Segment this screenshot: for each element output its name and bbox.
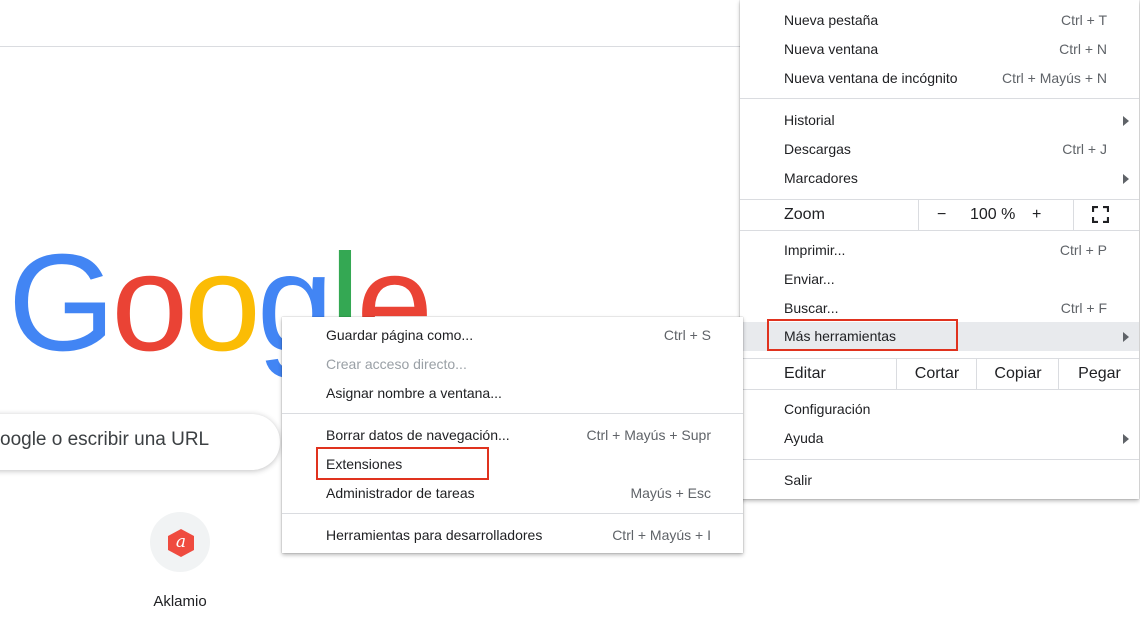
zoom-level: 100 %	[970, 206, 1016, 223]
paste-button[interactable]: Pegar	[1058, 359, 1140, 389]
menu-item-shortcut: Ctrl + Mayús + Supr	[586, 427, 712, 443]
menu-item-shortcut: Ctrl + N	[1059, 41, 1107, 57]
menu-item-downloads[interactable]: Descargas Ctrl + J	[740, 135, 1139, 164]
fullscreen-icon[interactable]	[1092, 206, 1109, 223]
menu-item-print[interactable]: Imprimir... Ctrl + P	[740, 236, 1139, 265]
menu-item-bookmarks[interactable]: Marcadores	[740, 164, 1139, 193]
menu-item-history[interactable]: Historial	[740, 106, 1139, 135]
menu-item-label: Imprimir...	[784, 242, 846, 258]
menu-separator	[282, 513, 743, 514]
submenu-item-clear-browsing-data[interactable]: Borrar datos de navegación... Ctrl + May…	[282, 421, 743, 450]
aklamio-icon: a	[168, 529, 194, 557]
menu-item-label: Nueva ventana	[784, 41, 879, 57]
menu-item-shortcut: Ctrl + Mayús + I	[612, 527, 711, 543]
logo-letter: o	[184, 226, 261, 380]
zoom-out-button[interactable]: −	[937, 200, 946, 230]
menu-item-more-tools[interactable]: Más herramientas	[740, 322, 1139, 351]
submenu-item-task-manager[interactable]: Administrador de tareas Mayús + Esc	[282, 479, 743, 508]
menu-item-label: Más herramientas	[784, 328, 897, 344]
submenu-item-developer-tools[interactable]: Herramientas para desarrolladores Ctrl +…	[282, 521, 743, 550]
menu-item-label: Extensiones	[326, 456, 403, 472]
menu-zoom-row: Zoom − 100 % +	[0, 200, 1140, 230]
menu-separator	[740, 389, 1139, 390]
menu-item-shortcut: Mayús + Esc	[630, 485, 711, 501]
logo-letter: G	[8, 226, 115, 380]
menu-item-label: Herramientas para desarrolladores	[326, 527, 543, 543]
menu-item-label: Marcadores	[784, 170, 858, 186]
menu-item-new-tab[interactable]: Nueva pestaña Ctrl + T	[740, 6, 1139, 35]
menu-item-incognito-window[interactable]: Nueva ventana de incógnito Ctrl + Mayús …	[740, 64, 1139, 93]
submenu-arrow-icon	[1123, 332, 1129, 342]
menu-item-label: Buscar...	[784, 300, 839, 316]
menu-item-find[interactable]: Buscar... Ctrl + F	[740, 294, 1139, 323]
menu-item-send[interactable]: Enviar...	[740, 265, 1139, 294]
menu-item-shortcut: Ctrl + S	[663, 327, 711, 343]
menu-item-label: Crear acceso directo...	[326, 356, 467, 372]
menu-item-label: Guardar página como...	[326, 327, 474, 343]
zoom-label: Zoom	[784, 206, 825, 223]
menu-item-shortcut: Ctrl + P	[1059, 242, 1107, 258]
submenu-item-save-page[interactable]: Guardar página como... Ctrl + S	[282, 321, 743, 350]
menu-item-shortcut: Ctrl + T	[1060, 12, 1107, 28]
page-top-bar	[0, 0, 740, 47]
menu-item-shortcut: Ctrl + J	[1062, 141, 1107, 157]
menu-separator	[740, 98, 1139, 99]
menu-separator	[282, 413, 743, 414]
menu-item-label: Administrador de tareas	[326, 485, 475, 501]
menu-item-shortcut: Ctrl + Mayús + N	[1001, 70, 1107, 86]
menu-item-new-window[interactable]: Nueva ventana Ctrl + N	[740, 35, 1139, 64]
menu-item-label: Salir	[784, 472, 813, 488]
search-input[interactable]: oogle o escribir una URL	[0, 429, 209, 451]
menu-item-label: Borrar datos de navegación...	[326, 427, 510, 443]
submenu-arrow-icon	[1123, 174, 1129, 184]
shortcut-tile-aklamio[interactable]: a Aklamio	[140, 510, 220, 610]
more-tools-submenu: Guardar página como... Ctrl + S Crear ac…	[282, 317, 743, 553]
logo-letter: o	[111, 226, 188, 380]
menu-item-shortcut: Ctrl + F	[1060, 300, 1107, 316]
menu-item-label: Nueva ventana de incógnito	[784, 70, 958, 86]
menu-item-label: Descargas	[784, 141, 851, 157]
menu-item-label: Ayuda	[784, 430, 824, 446]
copy-button[interactable]: Copiar	[976, 359, 1059, 389]
menu-item-settings[interactable]: Configuración	[740, 395, 1139, 424]
zoom-in-button[interactable]: +	[1032, 200, 1041, 230]
menu-item-label: Historial	[784, 112, 835, 128]
submenu-item-create-shortcut: Crear acceso directo...	[282, 350, 743, 379]
chrome-main-menu: Nueva pestaña Ctrl + T Nueva ventana Ctr…	[740, 0, 1139, 499]
menu-item-label: Enviar...	[784, 271, 835, 287]
submenu-arrow-icon	[1123, 116, 1129, 126]
menu-separator	[740, 230, 1139, 231]
submenu-item-name-window[interactable]: Asignar nombre a ventana...	[282, 379, 743, 408]
menu-separator	[740, 459, 1139, 460]
menu-item-exit[interactable]: Salir	[740, 466, 1139, 495]
menu-item-help[interactable]: Ayuda	[740, 424, 1139, 453]
menu-item-label: Configuración	[784, 401, 871, 417]
shortcut-icon-background: a	[150, 512, 210, 572]
submenu-arrow-icon	[1123, 434, 1129, 444]
edit-label: Editar	[784, 365, 826, 382]
submenu-item-extensions[interactable]: Extensiones	[282, 450, 743, 479]
cut-button[interactable]: Cortar	[896, 359, 977, 389]
menu-item-label: Asignar nombre a ventana...	[326, 385, 502, 401]
shortcut-label: Aklamio	[153, 593, 207, 610]
menu-item-label: Nueva pestaña	[784, 12, 879, 28]
